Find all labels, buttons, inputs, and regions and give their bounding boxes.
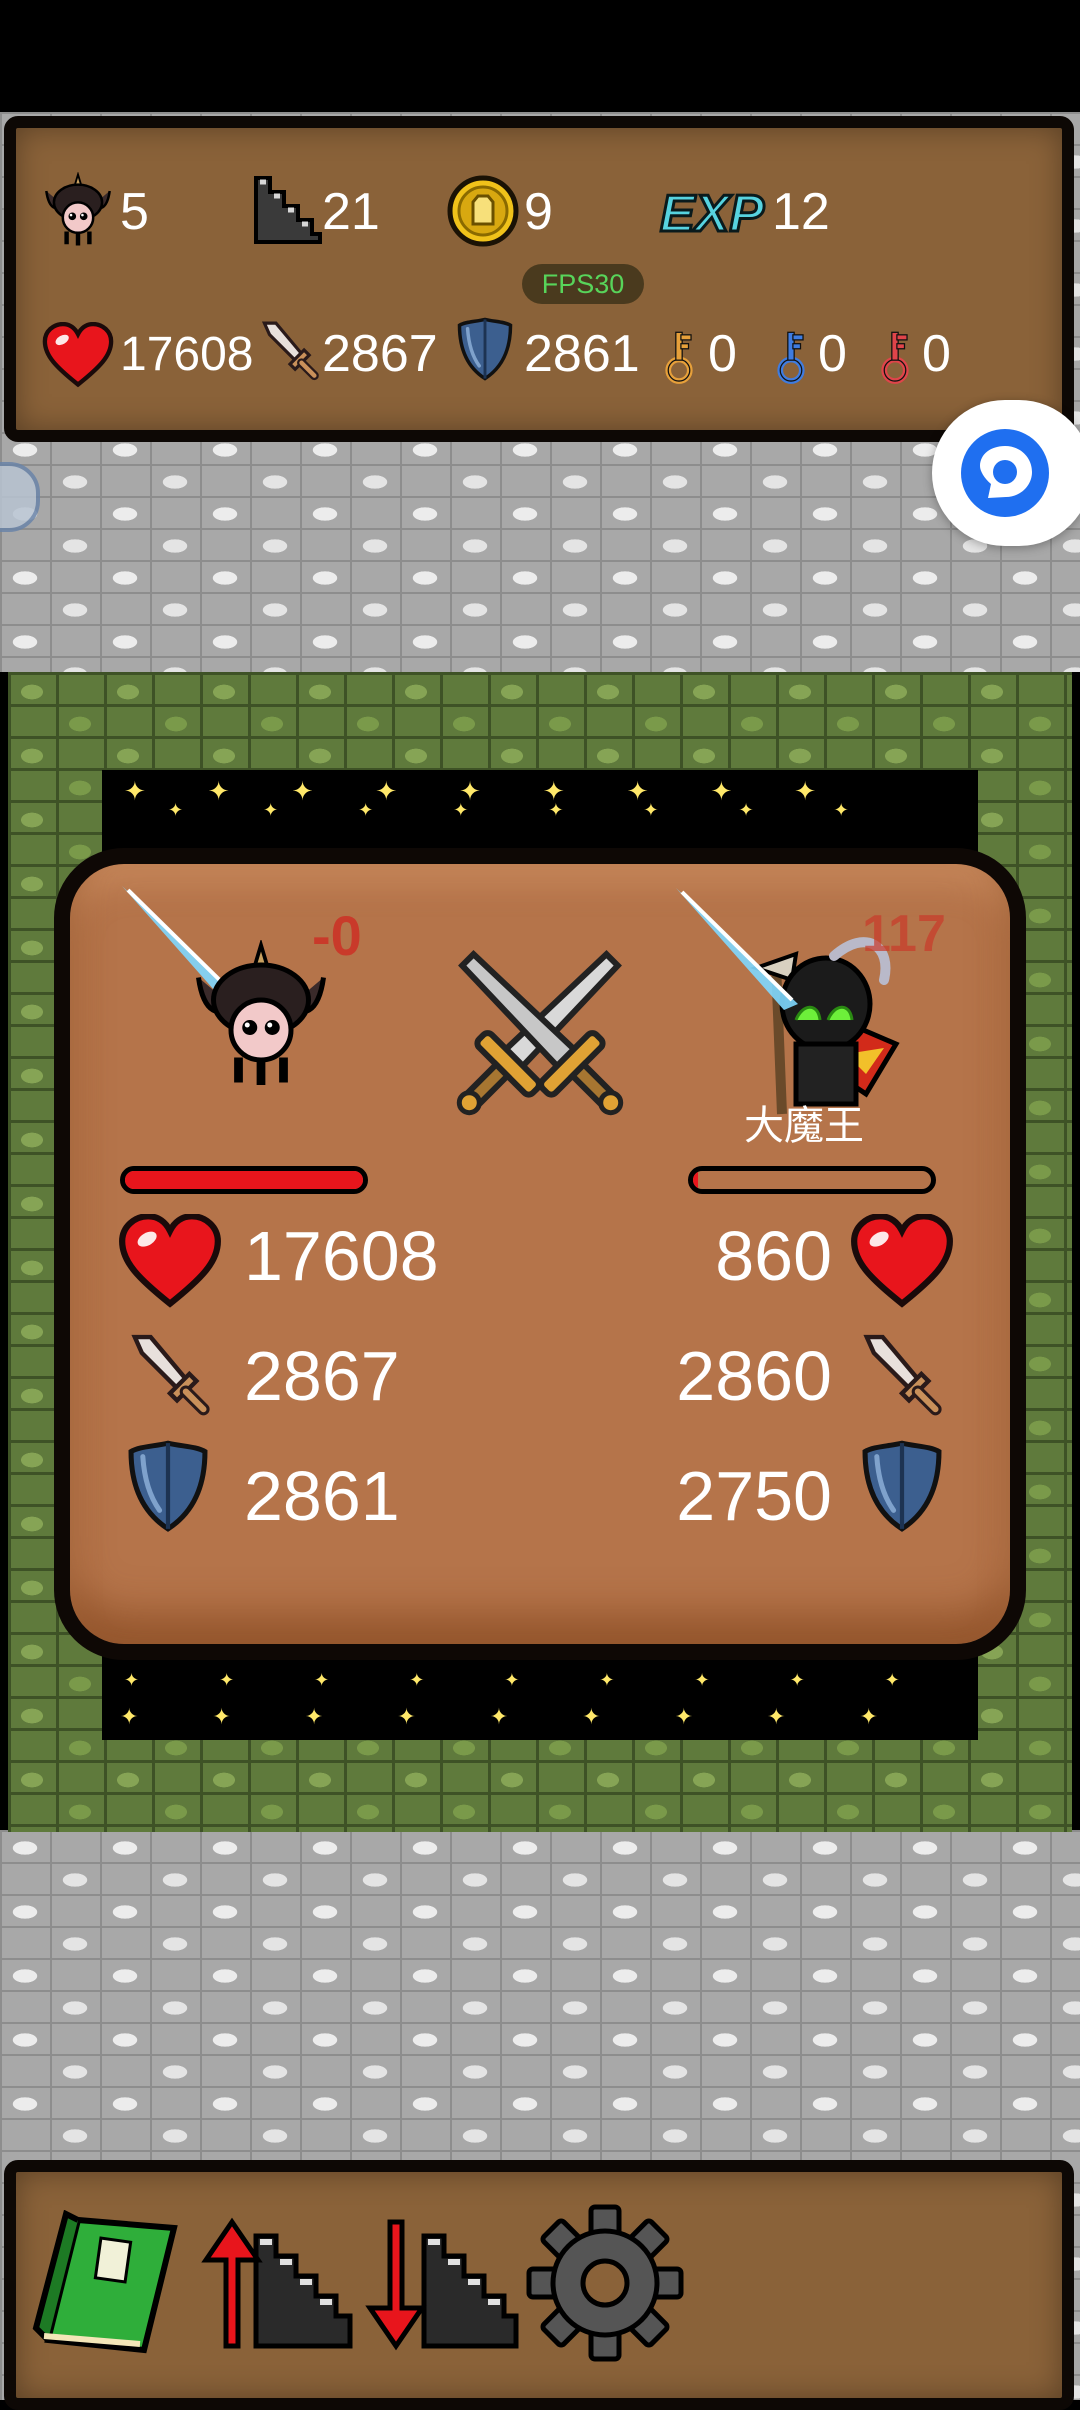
enemy-defense-value: 2750 — [676, 1457, 832, 1535]
assistant-icon — [961, 429, 1049, 517]
enemy-attack-value: 2860 — [676, 1337, 832, 1415]
stars-row-3: ✦✦✦✦✦✦✦✦✦ — [124, 1670, 980, 1690]
gold-coin-icon — [447, 175, 519, 247]
gold-value: 9 — [524, 183, 553, 241]
player-defense-shield-icon — [126, 1438, 210, 1534]
exp-label: EXP — [658, 184, 765, 245]
floor-value: 21 — [322, 183, 380, 241]
yellow-key-icon — [660, 326, 698, 388]
stairs-floor-icon — [254, 176, 322, 244]
enemy-attack-sword-icon — [858, 1330, 946, 1418]
enemy-hp-bar — [688, 1166, 936, 1194]
stairs-up-icon[interactable] — [196, 2216, 356, 2352]
settings-gear-icon[interactable] — [526, 2204, 684, 2362]
player-hp-heart-icon — [118, 1214, 222, 1308]
lightning-slash-effect-enemy — [676, 888, 798, 1010]
enemy-hp-heart-icon — [850, 1214, 954, 1308]
stars-row-4: ✦✦✦✦✦✦✦✦✦ — [120, 1704, 952, 1729]
player-hp-value: 17608 — [244, 1217, 439, 1295]
crossed-swords-icon — [456, 950, 624, 1116]
status-bar — [0, 0, 1080, 112]
enemy-name: 大魔王 — [744, 1104, 864, 1148]
hp-heart-icon — [42, 322, 114, 388]
floating-assistant-button[interactable] — [932, 400, 1080, 546]
player-hp-bar — [120, 1166, 368, 1194]
book-icon[interactable] — [28, 2210, 180, 2354]
enemy-hp-value: 860 — [715, 1217, 832, 1295]
player-hp-bar-fill — [125, 1171, 363, 1189]
enemy-hp-bar-fill — [693, 1171, 698, 1189]
fps-counter: FPS30 — [522, 264, 644, 304]
red-key-count: 0 — [922, 325, 951, 383]
hero-level-value: 5 — [120, 183, 149, 241]
player-attack-sword-icon — [126, 1330, 214, 1418]
player-attack-value: 2867 — [244, 1337, 400, 1415]
blue-key-icon — [772, 326, 810, 388]
hud-defense-value: 2861 — [524, 325, 640, 383]
player-defense-value: 2861 — [244, 1457, 400, 1535]
hud-attack-value: 2867 — [322, 325, 438, 383]
attack-sword-icon — [258, 318, 322, 382]
exp-value: 12 — [772, 183, 830, 241]
stairs-down-icon[interactable] — [360, 2216, 520, 2352]
enemy-damage-text: 117 — [862, 905, 946, 963]
stars-row-2: ✦✦✦✦✦✦✦✦ — [168, 800, 929, 820]
enemy-defense-shield-icon — [860, 1438, 944, 1534]
hero-level-icon — [40, 172, 116, 248]
yellow-key-count: 0 — [708, 325, 737, 383]
hud-hp-value: 17608 — [120, 328, 254, 381]
defense-shield-icon — [456, 314, 514, 384]
player-damage-text: -0 — [312, 904, 362, 967]
red-key-icon — [876, 326, 914, 388]
blue-key-count: 0 — [818, 325, 847, 383]
